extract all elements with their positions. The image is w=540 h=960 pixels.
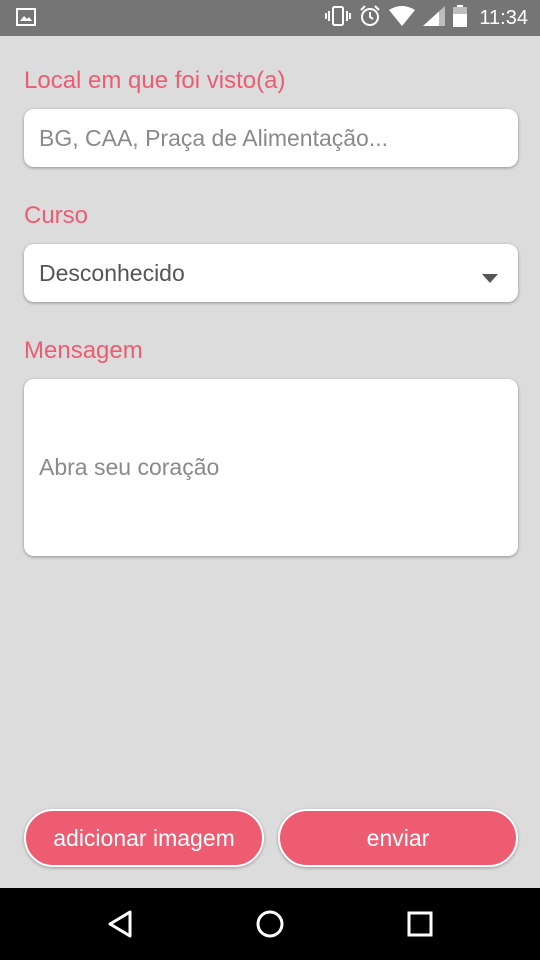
recents-icon[interactable]	[400, 904, 440, 944]
local-input[interactable]	[39, 109, 499, 167]
local-field[interactable]	[24, 109, 518, 167]
curso-label: Curso	[24, 202, 89, 229]
status-bar: 11:34	[0, 0, 540, 36]
local-label: Local em que foi visto(a)	[24, 67, 286, 94]
curso-selected-value: Desconhecido	[39, 260, 185, 286]
navigation-bar	[0, 888, 540, 960]
curso-select[interactable]: Desconhecido	[24, 244, 518, 302]
mensagem-field[interactable]	[24, 379, 518, 556]
dropdown-arrow-icon[interactable]	[482, 270, 498, 288]
home-icon[interactable]	[250, 904, 290, 944]
status-time: 11:34	[479, 6, 528, 29]
mensagem-textarea[interactable]	[39, 379, 499, 555]
wifi-icon	[389, 5, 416, 31]
battery-icon	[453, 4, 468, 32]
mensagem-label: Mensagem	[24, 337, 143, 364]
back-icon[interactable]	[100, 904, 140, 944]
signal-icon	[423, 5, 446, 31]
add-image-button[interactable]: adicionar imagem	[24, 809, 264, 867]
send-button[interactable]: enviar	[278, 809, 518, 867]
alarm-icon	[359, 4, 381, 32]
vibrate-icon	[325, 5, 352, 31]
image-icon	[16, 8, 36, 31]
